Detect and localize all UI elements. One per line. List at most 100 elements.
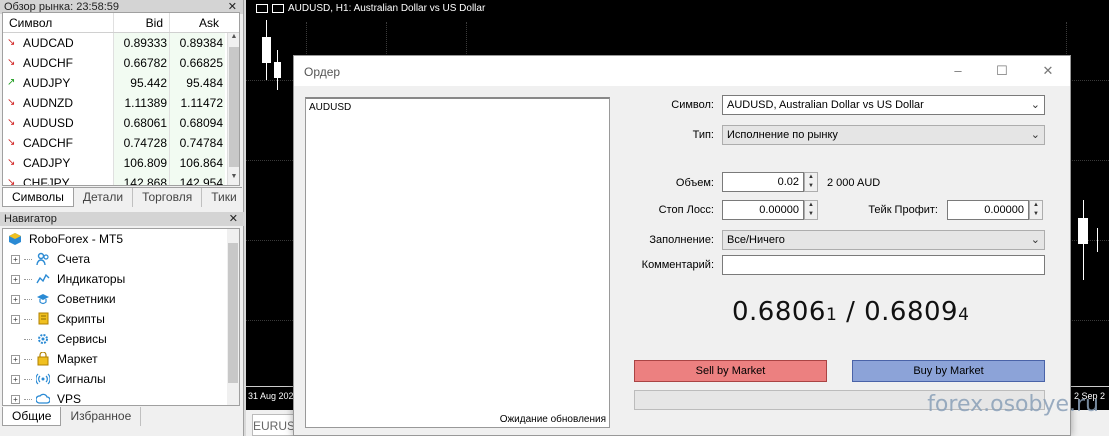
chart-icon <box>272 4 284 13</box>
scrollbar-thumb[interactable] <box>229 47 239 167</box>
table-row[interactable]: ↘ CADCHF 0.74728 0.74784 <box>3 133 239 153</box>
navigator-item-signals[interactable]: + Сигналы <box>3 369 239 389</box>
market-watch-scrollbar[interactable]: ▲ ▼ <box>227 33 239 185</box>
comment-label: Комментарий: <box>641 259 714 271</box>
symbol-select[interactable]: AUDUSD, Australian Dollar vs US Dollar ⌄ <box>722 95 1045 115</box>
symbol-name: AUDNZD <box>23 96 73 110</box>
stepper-up-icon[interactable]: ▲ <box>805 201 817 210</box>
table-row[interactable]: ↘ CHFJPY 142.868 142.954 <box>3 173 239 186</box>
stop-loss-input[interactable]: 0.00000 <box>722 200 804 220</box>
tab-symbols[interactable]: Символы <box>2 188 74 207</box>
ask-cell: 1.11472 <box>169 93 225 113</box>
navigator-item-indicators[interactable]: + Индикаторы <box>3 269 239 289</box>
symbol-cell: ↘ AUDCAD <box>3 33 113 53</box>
navigator-item-market[interactable]: + Маркет <box>3 349 239 369</box>
symbol-name: AUDCAD <box>23 36 74 50</box>
symbol-cell: ↘ CADCHF <box>3 133 113 153</box>
take-profit-stepper[interactable]: ▲ ▼ <box>1029 200 1043 220</box>
tree-connector <box>24 338 32 340</box>
close-icon[interactable]: ✕ <box>229 212 238 226</box>
stepper-down-icon[interactable]: ▼ <box>1030 210 1042 219</box>
price-separator: / <box>837 297 865 327</box>
stop-loss-stepper[interactable]: ▲ ▼ <box>804 200 818 220</box>
candle-body <box>1078 218 1088 244</box>
stepper-up-icon[interactable]: ▲ <box>1030 201 1042 210</box>
tab-favorites[interactable]: Избранное <box>61 407 142 426</box>
arrow-down-icon: ↘ <box>7 137 16 148</box>
symbol-select-value: AUDUSD, Australian Dollar vs US Dollar <box>727 99 924 111</box>
ask-cell: 95.484 <box>169 73 225 93</box>
volume-input[interactable]: 0.02 <box>722 172 804 192</box>
expand-icon[interactable]: + <box>11 254 20 264</box>
minimize-icon[interactable]: – <box>949 62 967 80</box>
candle-body <box>274 62 281 78</box>
tree-connector <box>24 278 32 280</box>
expand-icon[interactable]: + <box>11 294 20 304</box>
tick-chart-status: Ожидание обновления <box>499 414 606 425</box>
navigator-tabs: Общие Избранное <box>2 407 242 427</box>
navigator-root[interactable]: RoboForex - MT5 <box>3 229 239 249</box>
column-header-symbol[interactable]: Символ <box>3 13 113 32</box>
navigator-item-scripts[interactable]: + Скрипты <box>3 309 239 329</box>
symbol-cell: ↘ AUDUSD <box>3 113 113 133</box>
comment-input[interactable] <box>722 255 1045 275</box>
symbol-cell: ↘ CADJPY <box>3 153 113 173</box>
navigator-item-experts[interactable]: + Советники <box>3 289 239 309</box>
scrollbar-thumb[interactable] <box>228 243 238 383</box>
arrow-up-icon: ↗ <box>7 77 16 88</box>
column-header-ask[interactable]: Ask <box>169 13 225 32</box>
maximize-icon[interactable]: ☐ <box>993 62 1011 80</box>
scroll-up-icon[interactable]: ▲ <box>228 33 239 45</box>
stepper-up-icon[interactable]: ▲ <box>805 173 817 182</box>
chevron-down-icon: ⌄ <box>1030 129 1040 141</box>
filling-select[interactable]: Все/Ничего ⌄ <box>722 230 1045 250</box>
arrow-down-icon: ↘ <box>7 177 16 186</box>
symbol-name: AUDUSD <box>23 116 74 130</box>
chevron-down-icon: ⌄ <box>1030 99 1040 111</box>
table-row[interactable]: ↘ AUDCHF 0.66782 0.66825 <box>3 53 239 73</box>
expand-icon[interactable]: + <box>11 394 20 404</box>
symbol-name: CADJPY <box>23 156 71 170</box>
table-row[interactable]: ↘ AUDUSD 0.68061 0.68094 <box>3 113 239 133</box>
symbol-name: CHFJPY <box>23 176 70 186</box>
stepper-down-icon[interactable]: ▼ <box>805 182 817 191</box>
navigator-item-services[interactable]: Сервисы <box>3 329 239 349</box>
symbol-cell: ↘ CHFJPY <box>3 173 113 186</box>
expand-icon[interactable]: + <box>11 274 20 284</box>
column-header-bid[interactable]: Bid <box>113 13 169 32</box>
table-row[interactable]: ↘ CADJPY 106.809 106.864 <box>3 153 239 173</box>
tab-common[interactable]: Общие <box>2 407 62 426</box>
volume-stepper[interactable]: ▲ ▼ <box>804 172 818 192</box>
scroll-down-icon[interactable]: ▼ <box>228 173 239 185</box>
tree-connector <box>24 298 32 300</box>
experts-icon <box>35 292 51 306</box>
navigator-item-label: Сигналы <box>57 372 106 386</box>
filling-select-value: Все/Ничего <box>727 234 785 246</box>
close-icon[interactable]: ✕ <box>1039 62 1057 80</box>
tab-trading[interactable]: Торговля <box>133 188 203 207</box>
navigator-scrollbar[interactable] <box>227 229 239 405</box>
table-row[interactable]: ↗ AUDJPY 95.442 95.484 <box>3 73 239 93</box>
indicators-icon <box>35 272 51 286</box>
expand-icon[interactable]: + <box>11 374 20 384</box>
tree-connector <box>24 358 32 360</box>
tab-chart-eurusd[interactable]: EURUS <box>252 414 296 436</box>
expand-icon[interactable]: + <box>11 314 20 324</box>
expand-icon[interactable]: + <box>11 354 20 364</box>
sell-by-market-button[interactable]: Sell by Market <box>634 360 827 382</box>
table-row[interactable]: ↘ AUDCAD 0.89333 0.89384 <box>3 33 239 53</box>
market-watch-table: Символ Bid Ask ↘ AUDCAD 0.89333 0.89384 ↘ AUD… <box>2 12 240 186</box>
broker-icon <box>7 232 23 246</box>
table-row[interactable]: ↘ AUDNZD 1.11389 1.11472 <box>3 93 239 113</box>
navigator-item-label: Маркет <box>57 352 98 366</box>
navigator-item-vps[interactable]: + VPS <box>3 389 239 405</box>
navigator-item-accounts[interactable]: + Счета <box>3 249 239 269</box>
stepper-down-icon[interactable]: ▼ <box>805 210 817 219</box>
tab-ticks[interactable]: Тики <box>202 188 247 207</box>
navigator-title: Навигатор ✕ <box>0 212 244 226</box>
type-select[interactable]: Исполнение по рынку ⌄ <box>722 125 1045 145</box>
take-profit-input[interactable]: 0.00000 <box>947 200 1029 220</box>
tab-details[interactable]: Детали <box>74 188 134 207</box>
left-panel: Обзор рынка: 23:58:59 ✕ Символ Bid Ask ↘… <box>0 0 247 436</box>
buy-by-market-button[interactable]: Buy by Market <box>852 360 1045 382</box>
